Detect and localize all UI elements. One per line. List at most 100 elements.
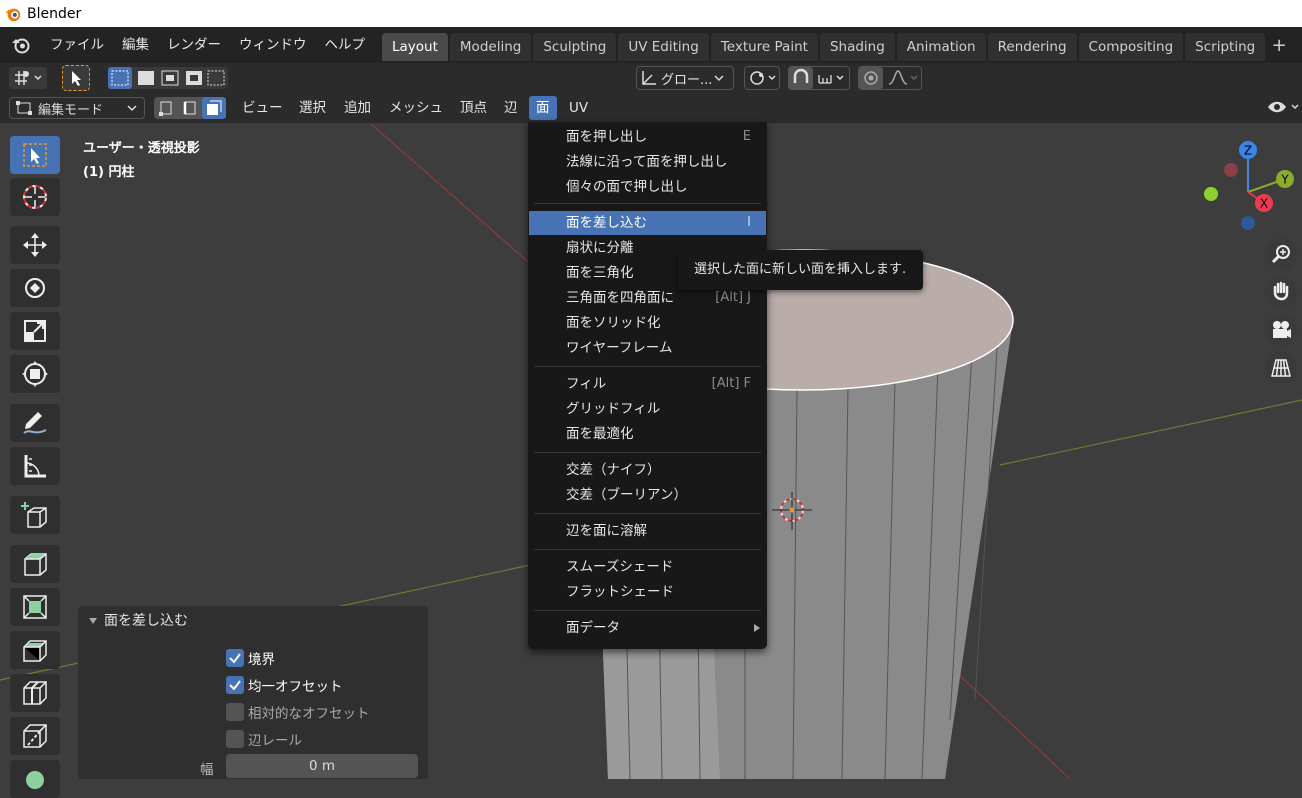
tool-transform[interactable] (10, 355, 60, 393)
loop-cut-icon (23, 681, 47, 705)
operator-panel-header[interactable]: 面を差し込む (78, 606, 428, 636)
tool-add-cube[interactable] (10, 496, 60, 534)
mode-dropdown[interactable]: 編集モード (9, 97, 145, 119)
tab-texture-paint[interactable]: Texture Paint (710, 33, 818, 61)
zoom-button[interactable] (1265, 238, 1297, 270)
menu-item-label: 面をソリッド化 (566, 315, 661, 331)
menu-item-weld-edges[interactable]: 辺を面に溶解 (529, 519, 766, 543)
proportional-edit-toggle[interactable] (858, 66, 922, 90)
menu-mesh[interactable]: メッシュ (382, 96, 450, 120)
menu-item-label: 個々の面で押し出し (566, 179, 688, 195)
menu-edge[interactable]: 辺 (497, 96, 525, 120)
tool-poly-build[interactable] (10, 760, 60, 798)
gizmo-x-label: X (1260, 197, 1268, 211)
menu-item-shade-smooth[interactable]: スムーズシェード (529, 555, 766, 579)
menu-vertex[interactable]: 頂点 (453, 96, 494, 120)
eye-icon (1268, 101, 1299, 113)
menu-item-face-data[interactable]: 面データ (529, 616, 766, 640)
tab-modeling[interactable]: Modeling (449, 33, 532, 61)
menu-render[interactable]: レンダー (158, 30, 230, 60)
menu-item-label: フィル (566, 376, 607, 392)
tool-bevel[interactable] (10, 631, 60, 669)
menu-add[interactable]: 追加 (337, 96, 378, 120)
select-tool-button[interactable] (62, 65, 90, 91)
tab-layout[interactable]: Layout (382, 33, 448, 61)
menu-item-label: 面を三角化 (566, 265, 634, 281)
vertex-edge-face-icons[interactable] (154, 97, 226, 119)
menu-item-inset-faces[interactable]: 面を差し込む I (529, 211, 766, 235)
pencil-icon (23, 412, 47, 434)
menu-item-beautify-faces[interactable]: 面を最適化 (529, 422, 766, 446)
pan-button[interactable] (1265, 276, 1297, 308)
tool-measure[interactable] (10, 447, 60, 485)
checkbox-boundary-box[interactable] (226, 649, 244, 667)
menu-item-shade-flat[interactable]: フラットシェード (529, 580, 766, 604)
rotate-icon (25, 278, 45, 298)
camera-view-button[interactable] (1265, 314, 1297, 346)
transform-orientation-value: グロー... (661, 72, 713, 88)
editor-type-button[interactable] (9, 67, 47, 89)
tool-annotate[interactable] (10, 404, 60, 442)
navigation-gizmo[interactable]: Z Y X (1198, 137, 1298, 247)
tool-cursor[interactable] (10, 178, 60, 216)
menu-item-shortcut: [Alt] F (711, 376, 751, 391)
menu-window[interactable]: ウィンドウ (230, 30, 316, 60)
tool-select-box[interactable] (10, 136, 60, 174)
menu-select[interactable]: 選択 (292, 96, 333, 120)
menu-item-intersect-boolean[interactable]: 交差（ブーリアン） (529, 483, 766, 507)
menu-item-solidify[interactable]: 面をソリッド化 (529, 311, 766, 335)
checkbox-boundary[interactable]: 境界 (226, 648, 275, 668)
menu-item-intersect-knife[interactable]: 交差（ナイフ） (529, 458, 766, 482)
tab-shading[interactable]: Shading (819, 33, 895, 61)
menu-item-extrude-individual[interactable]: 個々の面で押し出し (529, 175, 766, 199)
window-titlebar: Blender (0, 0, 1302, 27)
menu-item-grid-fill[interactable]: グリッドフィル (529, 397, 766, 421)
checkbox-even-offset[interactable]: 均一オフセット (226, 675, 343, 695)
menu-item-wireframe[interactable]: ワイヤーフレーム (529, 336, 766, 360)
menu-uv[interactable]: UV (562, 96, 595, 120)
snap-toggle[interactable] (788, 66, 850, 90)
menu-item-label: 交差（ナイフ） (566, 462, 661, 478)
tool-inset[interactable] (10, 588, 60, 626)
add-workspace-button[interactable]: + (1267, 33, 1291, 61)
tool-extrude[interactable] (10, 545, 60, 583)
blender-menu-icon[interactable] (11, 35, 31, 55)
select-mode-icons[interactable] (108, 67, 228, 89)
tab-rendering[interactable]: Rendering (987, 33, 1077, 61)
menu-separator (534, 366, 761, 367)
perspective-toggle-button[interactable] (1265, 352, 1297, 384)
checkbox-even-offset-box[interactable] (226, 676, 244, 694)
tab-compositing[interactable]: Compositing (1078, 33, 1184, 61)
camera-icon (1273, 321, 1291, 338)
tab-animation[interactable]: Animation (896, 33, 986, 61)
transform-orientation-dropdown[interactable]: グロー... (636, 66, 734, 90)
width-field[interactable]: 0 m (226, 754, 418, 778)
tool-scale[interactable] (10, 312, 60, 350)
tab-uv-editing[interactable]: UV Editing (618, 33, 709, 61)
menu-item-extrude-along-normals[interactable]: 法線に沿って面を押し出し (529, 150, 766, 174)
pivot-point-dropdown[interactable] (744, 66, 780, 90)
tool-rotate[interactable] (10, 269, 60, 307)
menu-separator (534, 513, 761, 514)
menu-face[interactable]: 面 (529, 96, 557, 120)
visibility-dropdown[interactable] (1264, 96, 1302, 118)
menu-item-extrude-faces[interactable]: 面を押し出し E (529, 125, 766, 149)
tab-sculpting[interactable]: Sculpting (533, 33, 617, 61)
menu-view[interactable]: ビュー (235, 96, 290, 120)
menu-file[interactable]: ファイル (41, 30, 113, 60)
menu-edit[interactable]: 編集 (113, 30, 158, 60)
menu-item-label: 面を差し込む (566, 215, 647, 231)
tool-loop-cut[interactable] (10, 674, 60, 712)
checkbox-edge-rail[interactable]: 辺レール (226, 729, 302, 749)
checkbox-relative-offset[interactable]: 相対的なオフセット (226, 702, 370, 722)
tab-scripting[interactable]: Scripting (1185, 33, 1266, 61)
checkbox-relative-offset-box[interactable] (226, 703, 244, 721)
menu-item-fill[interactable]: フィル [Alt] F (529, 372, 766, 396)
workspace-tabs: Layout Modeling Sculpting UV Editing Tex… (382, 33, 1291, 61)
tool-move[interactable] (10, 226, 60, 264)
tool-knife[interactable] (10, 717, 60, 755)
menu-item-label: 面を押し出し (566, 129, 647, 145)
menu-help[interactable]: ヘルプ (316, 30, 375, 60)
checkbox-edge-rail-box[interactable] (226, 730, 244, 748)
tool-shelf (8, 134, 62, 798)
